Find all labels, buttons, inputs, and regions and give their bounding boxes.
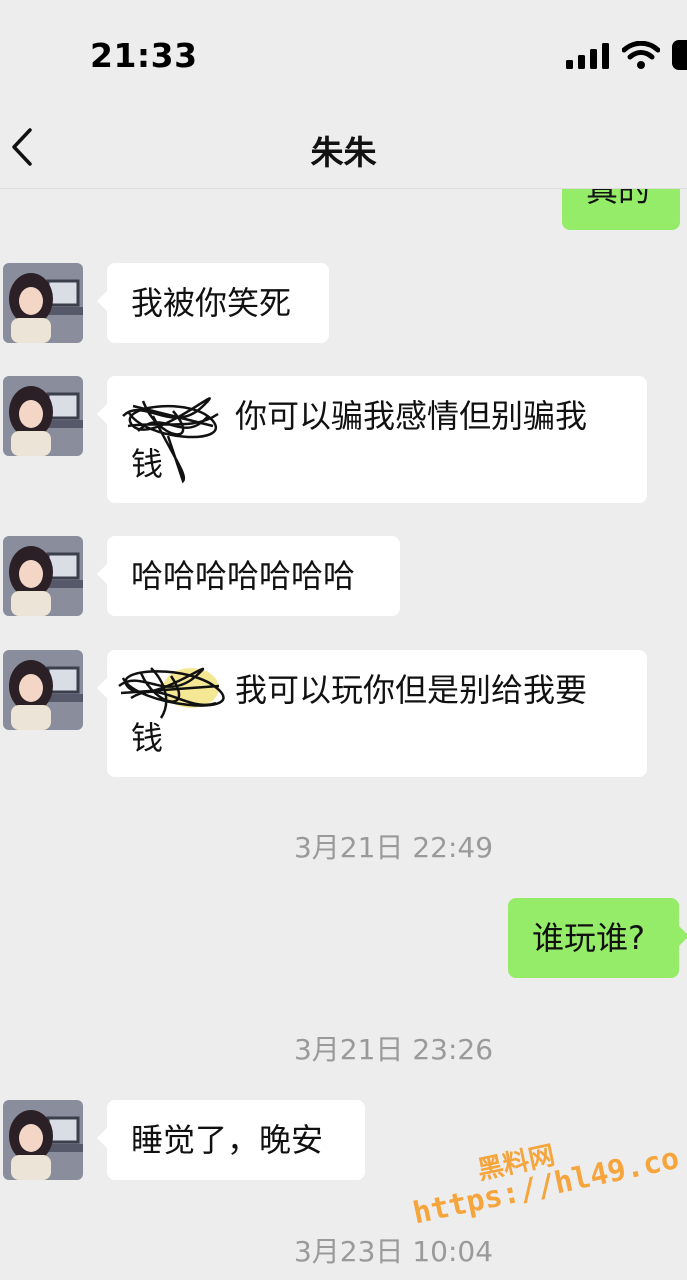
wifi-icon	[622, 41, 660, 69]
message-text: 谁玩谁?	[532, 919, 645, 957]
timestamp: 3月21日 23:26	[293, 1033, 494, 1066]
contact-avatar[interactable]	[3, 376, 83, 456]
message-text-line1: 你可以骗我感情但别骗我	[235, 397, 588, 435]
message-text-line1: 我可以玩你但是别给我要	[235, 671, 588, 709]
avatar-image	[3, 263, 83, 343]
timestamp: 3月21日 22:49	[293, 831, 494, 864]
message-text: 睡觉了，晚安	[131, 1121, 324, 1159]
avatar-image	[3, 1100, 83, 1180]
nav-bar: 朱朱	[0, 110, 687, 189]
contact-avatar[interactable]	[3, 650, 83, 730]
message-bubble[interactable]: 我可以玩你但是别给我要 钱	[97, 650, 647, 777]
battery-icon	[672, 40, 687, 70]
avatar-image	[3, 536, 83, 616]
contact-avatar[interactable]	[3, 263, 83, 343]
contact-avatar[interactable]	[3, 1100, 83, 1180]
timestamp: 3月23日 10:04	[293, 1235, 494, 1268]
redaction-scribble	[122, 397, 219, 484]
message-text-line2: 钱	[131, 445, 164, 483]
message-bubble[interactable]: 哈哈哈哈哈哈哈	[97, 536, 400, 616]
message-text-line2: 钱	[131, 719, 164, 757]
message-text: 我被你笑死	[131, 284, 292, 322]
status-bar: 21:33	[0, 0, 687, 110]
chat-title: 朱朱	[310, 133, 377, 172]
avatar-image	[3, 650, 83, 730]
avatar-image	[3, 376, 83, 456]
status-time: 21:33	[90, 36, 198, 75]
message-bubble[interactable]: 我被你笑死	[97, 263, 329, 343]
cellular-signal-icon	[566, 43, 609, 69]
message-text: 哈哈哈哈哈哈哈	[131, 557, 356, 595]
chat-area: 真的 我被你笑死 你可以骗我感情但别骗我 钱 哈哈哈哈哈哈哈 我可以玩你但是别给…	[0, 0, 687, 1280]
message-bubble-mine[interactable]: 谁玩谁?	[508, 898, 687, 978]
message-bubble[interactable]: 睡觉了，晚安	[97, 1100, 365, 1180]
contact-avatar[interactable]	[3, 536, 83, 616]
redaction-scribble	[118, 667, 225, 719]
message-bubble[interactable]: 你可以骗我感情但别骗我 钱	[97, 376, 647, 503]
